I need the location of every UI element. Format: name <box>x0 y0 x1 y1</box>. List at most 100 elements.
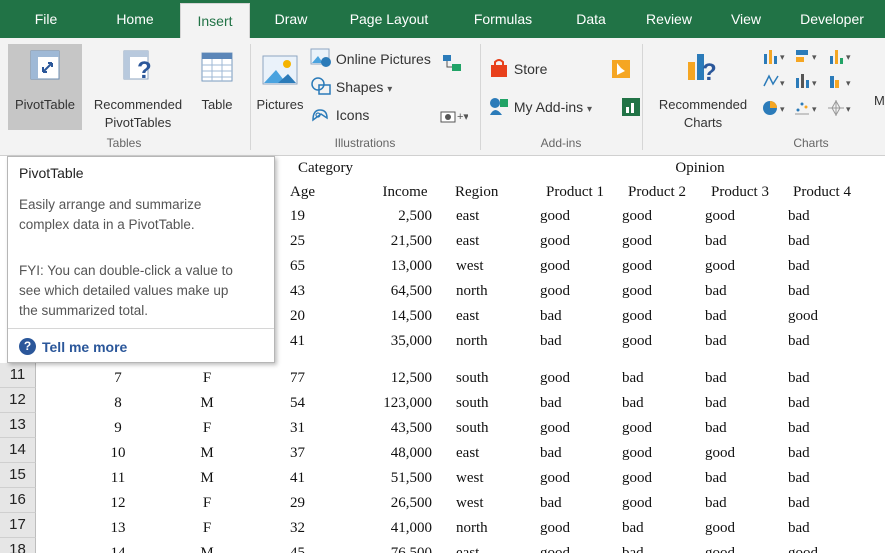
tab-draw[interactable]: Draw <box>262 0 320 38</box>
cell-region[interactable]: east <box>456 441 516 466</box>
tab-view[interactable]: View <box>718 0 774 38</box>
cell-region[interactable]: south <box>456 366 516 391</box>
cell-region[interactable]: west <box>456 254 516 279</box>
cell-id[interactable]: 14 <box>100 541 136 553</box>
cell-age[interactable]: 77 <box>290 366 330 391</box>
cell-region[interactable]: west <box>456 466 516 491</box>
cell-p3[interactable]: good <box>705 516 765 541</box>
cell-p2[interactable]: good <box>622 466 682 491</box>
cell-p1[interactable]: bad <box>540 304 600 329</box>
cell-p4[interactable]: bad <box>788 441 848 466</box>
cell-gender[interactable]: M <box>192 541 222 553</box>
cell-p2[interactable]: good <box>622 229 682 254</box>
cell-age[interactable]: 29 <box>290 491 330 516</box>
cell-p2[interactable]: good <box>622 204 682 229</box>
cell-age[interactable]: 25 <box>290 229 330 254</box>
cell-gender[interactable]: M <box>192 441 222 466</box>
store-button[interactable]: Store <box>488 58 547 80</box>
cell-p4[interactable]: bad <box>788 204 848 229</box>
cell-income[interactable]: 48,000 <box>370 441 432 466</box>
cell-id[interactable]: 7 <box>100 366 136 391</box>
cell-p4[interactable]: bad <box>788 229 848 254</box>
cell-region[interactable]: west <box>456 491 516 516</box>
cell-age[interactable]: 19 <box>290 204 330 229</box>
cell-p2[interactable]: good <box>622 416 682 441</box>
cell-income[interactable]: 26,500 <box>370 491 432 516</box>
cell-income[interactable]: 12,500 <box>370 366 432 391</box>
cell-income[interactable]: 123,000 <box>370 391 432 416</box>
cell-region[interactable]: south <box>456 391 516 416</box>
product3-header[interactable]: Product 3 <box>700 180 780 205</box>
row-header[interactable]: 16 <box>0 488 36 513</box>
cell-p2[interactable]: bad <box>622 391 682 416</box>
cell-p1[interactable]: good <box>540 254 600 279</box>
cell-age[interactable]: 41 <box>290 466 330 491</box>
cell-p4[interactable]: bad <box>788 279 848 304</box>
cell-p1[interactable]: good <box>540 516 600 541</box>
tab-file[interactable]: File <box>18 0 74 38</box>
region-header[interactable]: Region <box>455 180 498 205</box>
cell-p3[interactable]: good <box>705 441 765 466</box>
row-header[interactable]: 13 <box>0 413 36 438</box>
smartart-icon[interactable] <box>442 54 462 72</box>
cell-income[interactable]: 41,000 <box>370 516 432 541</box>
cell-region[interactable]: north <box>456 329 516 354</box>
cell-gender[interactable]: F <box>192 491 222 516</box>
cell-p1[interactable]: bad <box>540 329 600 354</box>
cell-p3[interactable]: good <box>705 541 765 553</box>
cell-id[interactable]: 9 <box>100 416 136 441</box>
cell-p4[interactable]: bad <box>788 329 848 354</box>
cell-income[interactable]: 43,500 <box>370 416 432 441</box>
cell-p3[interactable]: good <box>705 254 765 279</box>
cell-p3[interactable]: bad <box>705 279 765 304</box>
cell-region[interactable]: east <box>456 541 516 553</box>
cell-p4[interactable]: bad <box>788 416 848 441</box>
category-header[interactable]: Category <box>298 156 353 181</box>
chart-types-gallery-icon[interactable]: ▾ ▾ ▾ ▾ ▾ ▾ ▾ ▾ ▾ <box>760 46 876 126</box>
cell-region[interactable]: east <box>456 304 516 329</box>
cell-income[interactable]: 64,500 <box>370 279 432 304</box>
pivottable-button[interactable]: PivotTable <box>8 44 82 130</box>
cell-age[interactable]: 54 <box>290 391 330 416</box>
cell-p1[interactable]: bad <box>540 391 600 416</box>
screenshot-icon[interactable]: +▾ <box>440 108 468 124</box>
cell-p2[interactable]: good <box>622 254 682 279</box>
table-button[interactable]: Table <box>192 44 242 130</box>
cell-gender[interactable]: F <box>192 516 222 541</box>
cell-p3[interactable]: bad <box>705 366 765 391</box>
cell-p1[interactable]: good <box>540 366 600 391</box>
cell-age[interactable]: 31 <box>290 416 330 441</box>
cell-p2[interactable]: good <box>622 279 682 304</box>
cell-gender[interactable]: M <box>192 391 222 416</box>
cell-p2[interactable]: good <box>622 304 682 329</box>
cell-age[interactable]: 37 <box>290 441 330 466</box>
tab-page-layout[interactable]: Page Layout <box>336 0 442 38</box>
cell-p1[interactable]: bad <box>540 491 600 516</box>
tab-review[interactable]: Review <box>634 0 704 38</box>
product2-header[interactable]: Product 2 <box>617 180 697 205</box>
cell-p4[interactable]: bad <box>788 466 848 491</box>
cell-income[interactable]: 13,000 <box>370 254 432 279</box>
cell-age[interactable]: 65 <box>290 254 330 279</box>
cell-income[interactable]: 51,500 <box>370 466 432 491</box>
cell-p3[interactable]: bad <box>705 229 765 254</box>
my-addins-button[interactable]: My Add-ins ▾ <box>488 96 592 118</box>
cell-p3[interactable]: bad <box>705 491 765 516</box>
cell-p3[interactable]: good <box>705 204 765 229</box>
cell-p1[interactable]: good <box>540 466 600 491</box>
cell-p1[interactable]: good <box>540 204 600 229</box>
recommended-charts-button[interactable]: ? Recommended Charts <box>648 44 758 130</box>
row-header[interactable]: 11 <box>0 363 36 388</box>
online-pictures-button[interactable]: Online Pictures <box>310 48 431 70</box>
cell-gender[interactable]: F <box>192 416 222 441</box>
recommended-pivottables-button[interactable]: ? Recommended PivotTables <box>86 44 190 130</box>
cell-p4[interactable]: bad <box>788 254 848 279</box>
cell-p2[interactable]: bad <box>622 541 682 553</box>
bing-maps-icon[interactable] <box>612 60 630 78</box>
row-header[interactable]: 18 <box>0 538 36 553</box>
cell-p2[interactable]: good <box>622 329 682 354</box>
cell-id[interactable]: 12 <box>100 491 136 516</box>
cell-gender[interactable]: M <box>192 466 222 491</box>
cell-id[interactable]: 11 <box>100 466 136 491</box>
cell-p1[interactable]: bad <box>540 441 600 466</box>
